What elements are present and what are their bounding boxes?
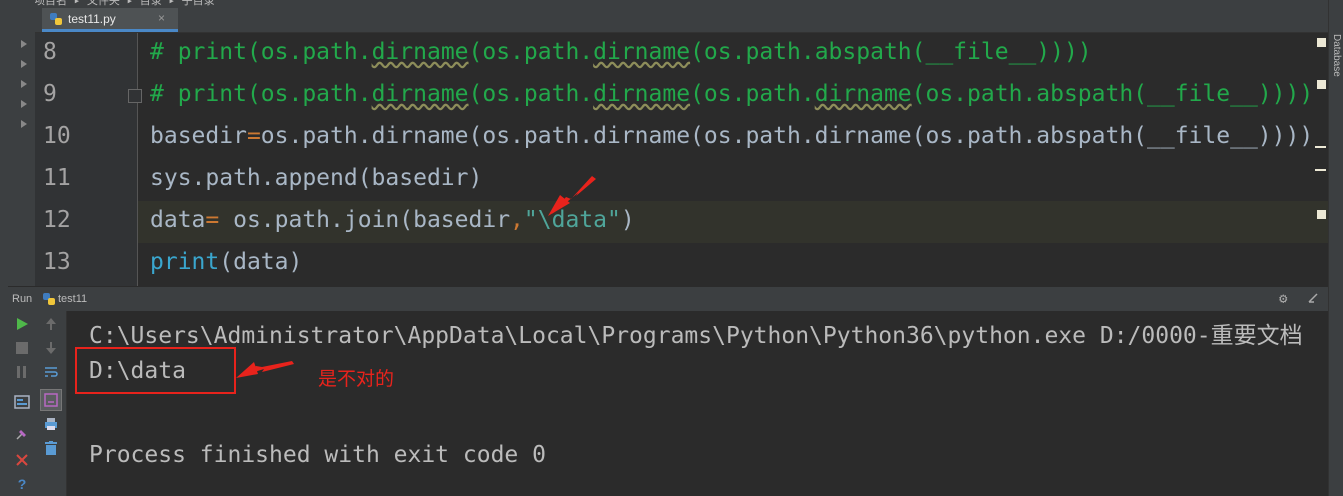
run-config-name[interactable]: test11 — [58, 293, 87, 305]
string-token: "\data" — [523, 207, 621, 233]
code-editor[interactable]: 8 9 10 11 12 13 # print(os.path.dirname(… — [35, 33, 1328, 286]
comment-token: (os.path.abspath(__file__)))) — [911, 81, 1314, 107]
comment-token: print(os.path. — [177, 39, 372, 65]
tree-expand-icon[interactable] — [21, 60, 27, 68]
expression-token: sys.path.append(basedir) — [150, 165, 483, 191]
python-file-icon — [43, 293, 55, 305]
comment-token: dirname — [593, 39, 691, 65]
comment-token: (os.path. — [690, 81, 815, 107]
builtin-token: print — [150, 249, 220, 275]
error-stripe-marker[interactable] — [1317, 38, 1326, 47]
comment-token: dirname — [593, 81, 691, 107]
pin-icon[interactable] — [13, 425, 31, 443]
line-number: 11 — [43, 165, 71, 191]
comment-token: # — [150, 81, 178, 107]
annotation-highlight-box — [75, 347, 236, 394]
pause-icon[interactable] — [13, 363, 31, 381]
comment-token: (os.path. — [468, 81, 594, 107]
scroll-to-end-icon[interactable] — [40, 389, 62, 411]
run-console-output[interactable]: C:\Users\Administrator\AppData\Local\Pro… — [67, 311, 1328, 496]
help-icon[interactable]: ? — [13, 475, 31, 493]
line-number: 9 — [43, 81, 57, 107]
error-stripe-marker[interactable] — [1315, 169, 1326, 171]
expression-token: os.path.join(basedir — [219, 207, 511, 233]
run-tool-header: Run test11 ⚙ — [8, 286, 1328, 312]
layout-icon[interactable] — [13, 393, 31, 411]
paren-token: ) — [620, 207, 635, 233]
code-line-8: # print(os.path.dirname(os.path.dirname(… — [150, 39, 1092, 65]
hide-panel-icon[interactable] — [1308, 293, 1318, 303]
code-line-11: sys.path.append(basedir) — [150, 165, 482, 191]
code-line-10: basedir=os.path.dirname(os.path.dirname(… — [150, 123, 1313, 149]
comma-token: , — [510, 207, 524, 233]
line-number: 12 — [43, 207, 71, 233]
arrow-up-icon[interactable] — [42, 315, 60, 333]
annotation-text: 是不对的 — [318, 369, 395, 390]
run-icon[interactable] — [13, 315, 31, 333]
operator-token: = — [246, 123, 261, 149]
tab-test11[interactable]: test11.py × — [42, 8, 178, 32]
close-icon[interactable] — [13, 451, 31, 469]
tab-label: test11.py — [68, 12, 116, 26]
gear-icon[interactable]: ⚙ — [1279, 291, 1287, 307]
identifier-token: basedir — [150, 123, 247, 149]
code-line-12: data= os.path.join(basedir,"\data") — [150, 207, 635, 233]
run-title[interactable]: Run — [12, 293, 32, 305]
error-stripe-marker[interactable] — [1317, 80, 1326, 89]
fold-marker-icon[interactable] — [128, 89, 142, 103]
comment-token: # — [150, 39, 178, 65]
expression-token: (data) — [219, 249, 303, 275]
database-tool-button[interactable]: Database — [1331, 34, 1342, 77]
comment-token: print(os.path. — [177, 81, 372, 107]
console-line: Process finished with exit code 0 — [89, 442, 546, 468]
comment-token: dirname — [814, 81, 912, 107]
comment-token: dirname — [371, 39, 469, 65]
identifier-token: data — [150, 207, 206, 233]
print-icon[interactable] — [42, 415, 60, 433]
expression-token: os.path.dirname(os.path.dirname(os.path.… — [260, 123, 1314, 149]
run-toolbar-secondary — [36, 311, 67, 496]
line-number: 8 — [43, 39, 57, 65]
arrow-down-icon[interactable] — [42, 339, 60, 357]
error-stripe-marker[interactable] — [1315, 146, 1326, 148]
comment-token: (os.path.abspath(__file__)))) — [690, 39, 1092, 65]
python-file-icon — [50, 13, 62, 25]
console-line: C:\Users\Administrator\AppData\Local\Pro… — [89, 323, 1303, 349]
comment-token: (os.path. — [468, 39, 594, 65]
line-number: 10 — [43, 123, 71, 149]
tree-expand-icon[interactable] — [21, 100, 27, 108]
code-line-9: # print(os.path.dirname(os.path.dirname(… — [150, 81, 1313, 107]
editor-tab-bar: test11.py × — [35, 6, 1328, 33]
comment-token: dirname — [371, 81, 469, 107]
operator-token: = — [205, 207, 220, 233]
close-icon[interactable]: × — [158, 11, 165, 25]
stop-icon[interactable] — [13, 339, 31, 357]
tree-expand-icon[interactable] — [21, 80, 27, 88]
tree-expand-icon[interactable] — [21, 40, 27, 48]
gutter-divider — [137, 33, 138, 286]
error-stripe-marker[interactable] — [1317, 210, 1326, 219]
soft-wrap-icon[interactable] — [42, 363, 60, 381]
code-line-13: print(data) — [150, 249, 302, 275]
line-number: 13 — [43, 249, 71, 275]
run-toolbar-primary: ? — [8, 311, 36, 496]
trash-icon[interactable] — [42, 439, 60, 457]
project-tool-panel — [8, 0, 35, 286]
tree-expand-icon[interactable] — [21, 120, 27, 128]
